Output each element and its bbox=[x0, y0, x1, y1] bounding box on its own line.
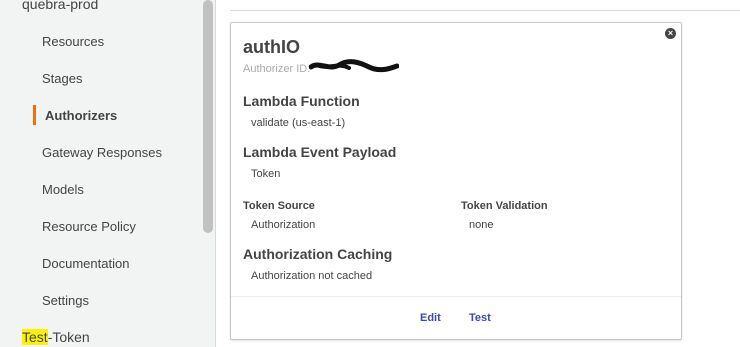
authorizer-name-rest: -Token bbox=[47, 329, 90, 345]
edit-link[interactable]: Edit bbox=[420, 312, 441, 324]
sidebar-item-models[interactable]: Models bbox=[42, 182, 84, 197]
caching-heading: Authorization Caching bbox=[243, 246, 393, 262]
sidebar: quebra-prod Resources Stages Authorizers… bbox=[0, 0, 216, 347]
divider bbox=[230, 10, 740, 11]
lambda-function-value: validate (us-east-1) bbox=[251, 117, 346, 129]
token-source-heading: Token Source bbox=[243, 200, 315, 212]
test-link[interactable]: Test bbox=[469, 312, 491, 324]
token-validation-value: none bbox=[469, 219, 494, 231]
sidebar-scrollbar[interactable] bbox=[203, 0, 213, 233]
card-footer-divider bbox=[231, 296, 681, 297]
active-indicator bbox=[33, 105, 36, 125]
token-validation-heading: Token Validation bbox=[461, 200, 548, 212]
sidebar-item-documentation[interactable]: Documentation bbox=[42, 256, 129, 271]
authorizer-id-label: Authorizer ID: bbox=[243, 63, 311, 75]
event-payload-value: Token bbox=[251, 168, 281, 180]
authorizer-title: authIO bbox=[243, 37, 300, 57]
token-source-value: Authorization bbox=[251, 219, 316, 231]
lambda-function-heading: Lambda Function bbox=[243, 93, 360, 109]
sidebar-item-settings[interactable]: Settings bbox=[42, 293, 89, 308]
authorizer-card: × authIO Authorizer ID: Lambda Function … bbox=[230, 22, 682, 340]
close-icon[interactable]: × bbox=[665, 28, 676, 39]
sidebar-item-resources[interactable]: Resources bbox=[42, 34, 104, 49]
sidebar-authorizer-entry[interactable]: Test-Token bbox=[22, 329, 90, 345]
sidebar-item-resource-policy[interactable]: Resource Policy bbox=[42, 219, 136, 234]
api-name[interactable]: quebra-prod bbox=[22, 0, 98, 12]
search-highlight: Test bbox=[22, 329, 48, 345]
event-payload-heading: Lambda Event Payload bbox=[243, 144, 397, 160]
sidebar-item-gateway-responses[interactable]: Gateway Responses bbox=[42, 145, 162, 160]
sidebar-item-authorizers[interactable]: Authorizers bbox=[45, 108, 117, 123]
caching-value: Authorization not cached bbox=[251, 270, 373, 282]
sidebar-item-stages[interactable]: Stages bbox=[42, 71, 82, 86]
redacted-id-scribble bbox=[309, 59, 399, 73]
